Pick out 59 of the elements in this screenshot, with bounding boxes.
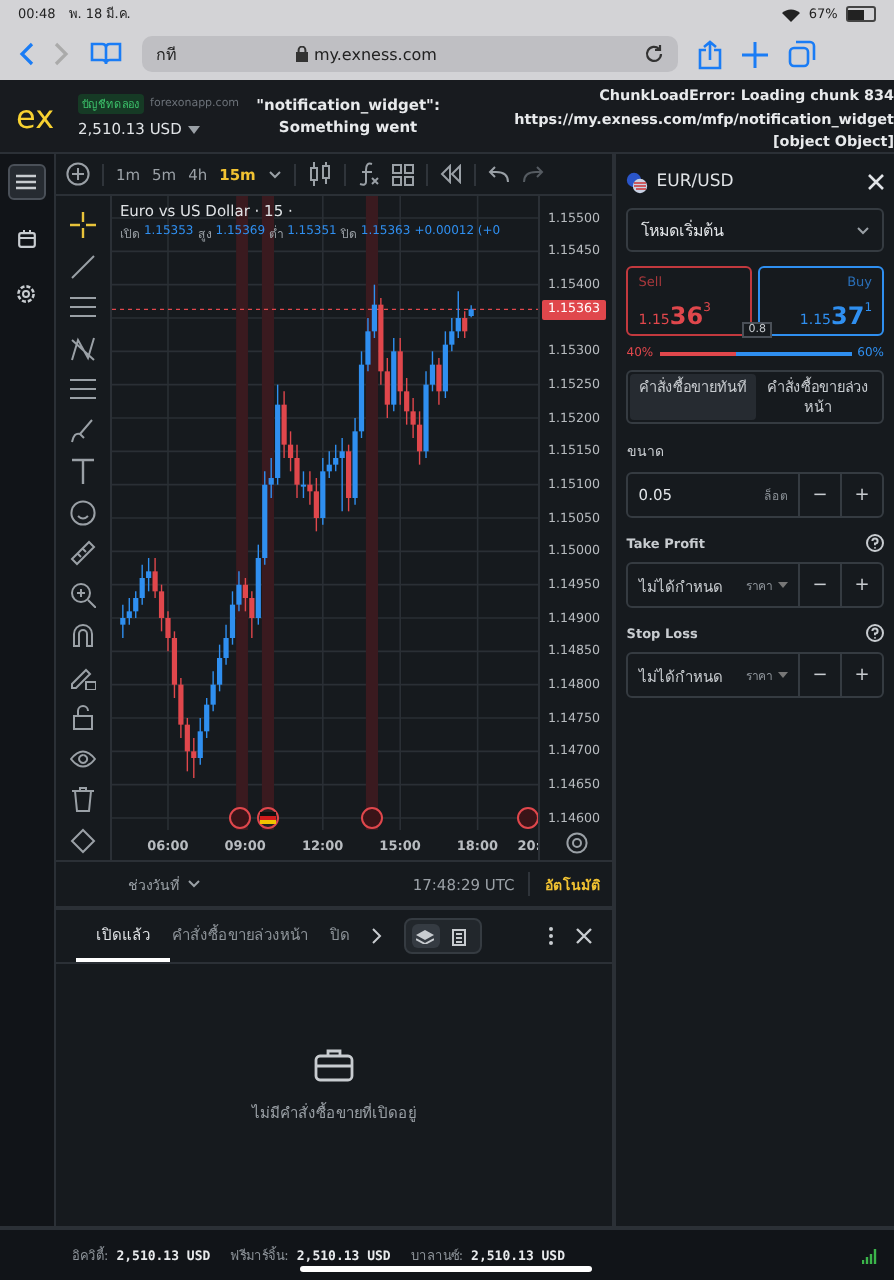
redo-icon[interactable]: [521, 165, 544, 183]
line-tool-icon[interactable]: [69, 253, 96, 279]
close-icon[interactable]: [576, 928, 593, 944]
layers-tool-icon[interactable]: [69, 827, 96, 853]
bookmarks-icon[interactable]: [90, 42, 122, 66]
share-icon[interactable]: [698, 39, 722, 69]
nodes-tool-icon[interactable]: [69, 335, 96, 361]
caret-icon[interactable]: [187, 125, 200, 133]
signal-icon: [862, 1247, 878, 1263]
view-toggle[interactable]: [403, 918, 482, 954]
wifi-icon: [782, 7, 801, 21]
back-icon[interactable]: [18, 42, 34, 66]
list-icon[interactable]: [7, 164, 46, 200]
briefcase-icon: [314, 1047, 355, 1081]
battery-icon: [845, 5, 876, 23]
reload-icon[interactable]: [644, 44, 664, 64]
lock-tool-icon[interactable]: [69, 704, 96, 730]
address-bar[interactable]: กที my.exness.com: [142, 36, 678, 72]
plus-icon[interactable]: [742, 41, 768, 67]
flag-icon[interactable]: [256, 807, 279, 829]
symbol-name: EUR/USD: [656, 172, 734, 192]
event-marker-icon[interactable]: [360, 807, 383, 829]
grid-icon[interactable]: [391, 163, 414, 185]
event-marker-icon[interactable]: [516, 807, 538, 829]
currency-flags-icon: [626, 171, 649, 193]
brush-tool-icon[interactable]: [69, 417, 96, 443]
magnet-tool-icon[interactable]: [69, 622, 96, 648]
chevron-down-icon[interactable]: [187, 880, 200, 888]
rewind-icon[interactable]: [439, 164, 462, 184]
event-marker-icon[interactable]: [228, 807, 251, 829]
more-icon[interactable]: [548, 926, 555, 946]
function-icon[interactable]: [357, 162, 380, 186]
trash-tool-icon[interactable]: [69, 786, 96, 812]
chevron-right-icon[interactable]: [371, 928, 382, 944]
tab-text: กที: [156, 43, 178, 67]
close-icon[interactable]: [868, 174, 884, 190]
help-icon[interactable]: [866, 624, 884, 642]
chevron-down-icon[interactable]: [267, 169, 282, 179]
tabs-icon[interactable]: [788, 40, 816, 68]
help-icon[interactable]: [866, 534, 884, 552]
undo-icon[interactable]: [487, 165, 510, 183]
ruler-tool-icon[interactable]: [69, 540, 96, 566]
lines-tool-icon[interactable]: [69, 294, 96, 320]
chevron-down-icon: [856, 225, 870, 235]
eye-tool-icon[interactable]: [69, 745, 96, 771]
url-text: my.exness.com: [314, 45, 437, 63]
crosshair-tool-icon[interactable]: [69, 212, 96, 238]
add-icon[interactable]: [65, 162, 90, 186]
zoom-tool-icon[interactable]: [69, 581, 96, 607]
smiley-tool-icon[interactable]: [69, 499, 96, 525]
lines2-tool-icon[interactable]: [69, 376, 96, 402]
logo[interactable]: ex: [16, 97, 55, 135]
text-tool-icon[interactable]: [69, 458, 96, 484]
settings-icon[interactable]: [565, 832, 588, 854]
pencil-tool-icon[interactable]: [69, 663, 96, 689]
mode-select[interactable]: โหมดเริ่มต้น: [626, 208, 884, 252]
lock-icon: [296, 46, 308, 62]
stack-button[interactable]: [411, 924, 440, 948]
candles-icon[interactable]: [307, 162, 332, 186]
